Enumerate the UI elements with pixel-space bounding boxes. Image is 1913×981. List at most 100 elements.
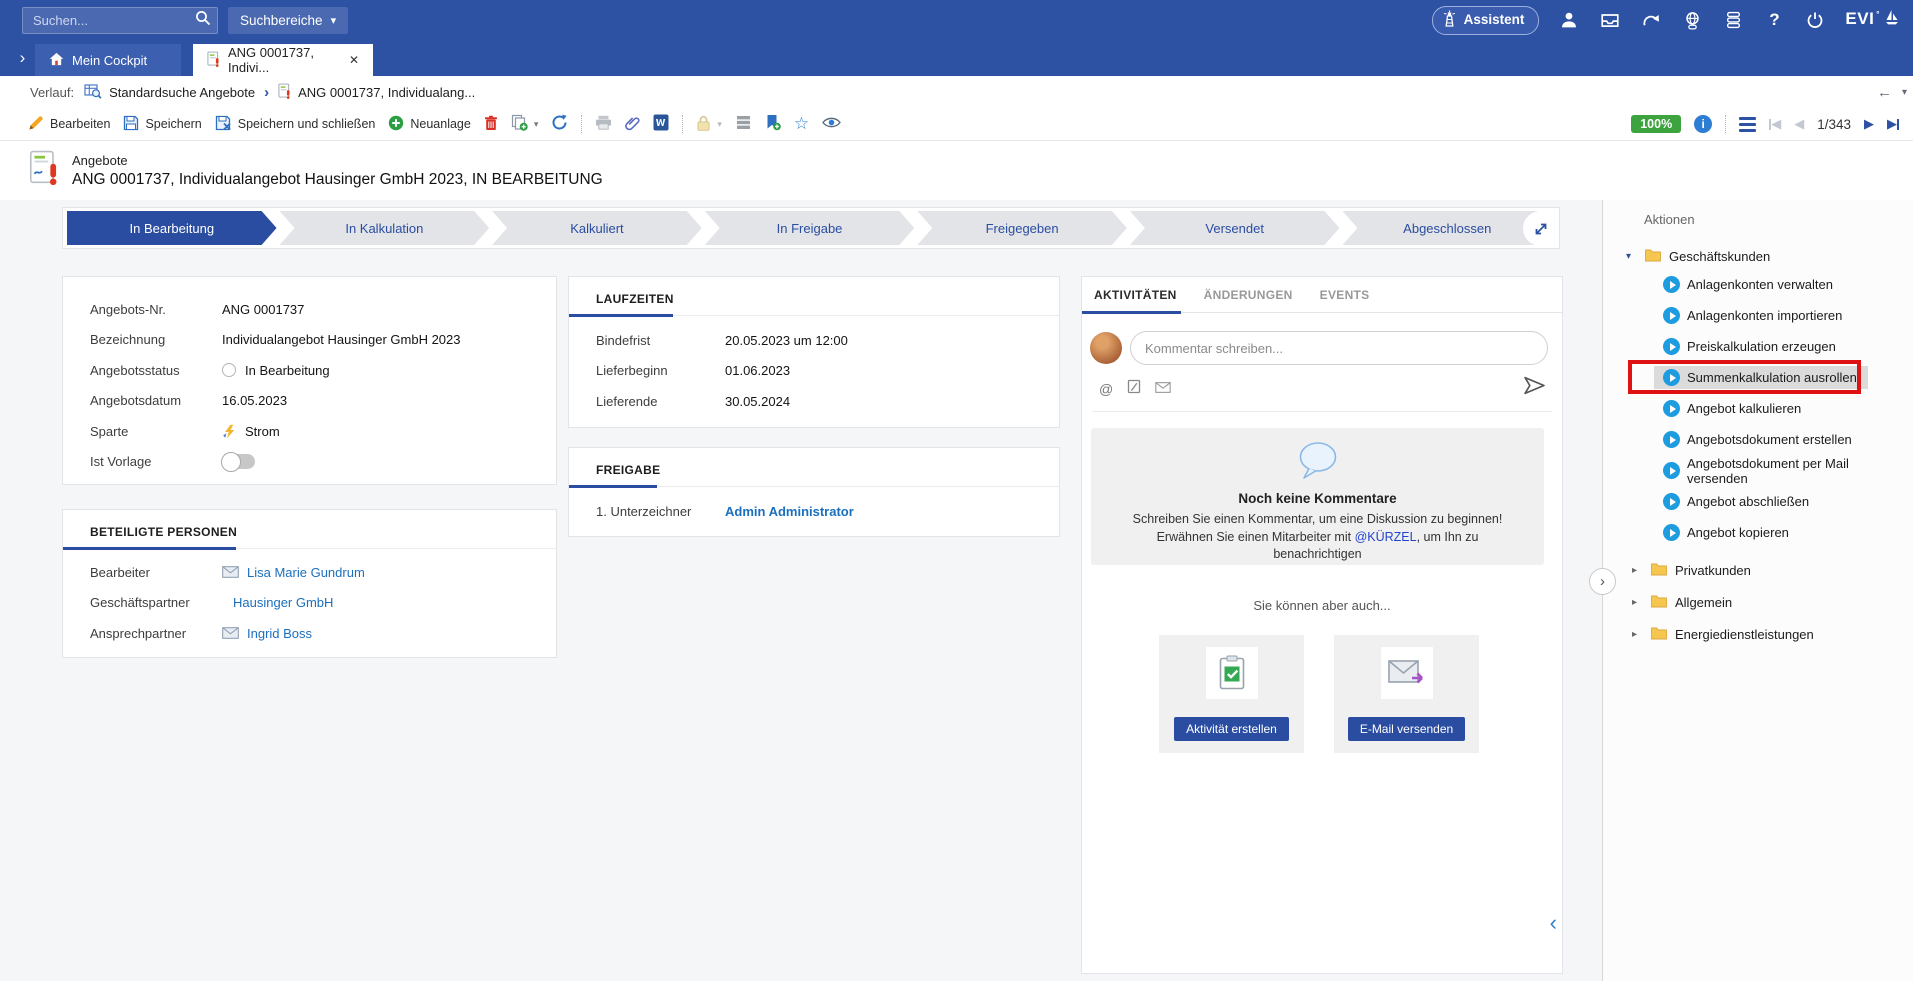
mention-icon[interactable]: @ — [1099, 381, 1113, 397]
save-close-icon — [215, 115, 232, 134]
lock-button[interactable]: ▾ — [696, 115, 722, 134]
database-icon[interactable] — [1722, 9, 1744, 31]
signer-link[interactable]: Admin Administrator — [725, 504, 854, 519]
search-scope-dropdown[interactable]: Suchbereiche ▾ — [228, 7, 348, 34]
template-toggle[interactable] — [222, 454, 255, 469]
contact-link[interactable]: Ingrid Boss — [247, 626, 312, 641]
history-back-icon[interactable]: ← — [1877, 84, 1892, 101]
help-icon[interactable]: ? — [1763, 9, 1785, 31]
expand-steps-button[interactable] — [1523, 211, 1558, 246]
copy-record-button[interactable]: ▾ — [511, 114, 539, 134]
history-dropdown-icon[interactable]: ▾ — [1902, 87, 1907, 98]
send-comment-icon[interactable] — [1523, 376, 1546, 400]
inbox-icon[interactable] — [1599, 9, 1621, 31]
globe-user-icon[interactable] — [1681, 9, 1703, 31]
action-angebot-abschliessen[interactable]: Angebot abschließen — [1663, 486, 1913, 517]
collapse-panel-icon[interactable]: ‹ — [1550, 910, 1557, 936]
tab-mein-cockpit[interactable]: Mein Cockpit — [35, 44, 181, 76]
send-email-button[interactable]: E-Mail versenden — [1348, 717, 1465, 741]
action-angebot-kalkulieren[interactable]: Angebot kalkulieren — [1663, 393, 1913, 424]
attachment-button[interactable] — [625, 115, 640, 134]
info-icon[interactable]: i — [1694, 115, 1712, 133]
caret-collapsed-icon[interactable]: ▸ — [1632, 629, 1643, 640]
layers-button[interactable] — [735, 115, 752, 133]
delete-button[interactable] — [484, 115, 498, 134]
breadcrumb-record-link[interactable]: ANG 0001737, Individualang... — [298, 85, 475, 100]
search-icon[interactable] — [195, 10, 211, 31]
bookmark-add-button[interactable] — [765, 114, 781, 134]
tab-record[interactable]: ANG 0001737, Indivi... ✕ — [193, 44, 373, 76]
action-anlagenkonten-importieren[interactable]: Anlagenkonten importieren — [1663, 300, 1913, 331]
send-email-tile[interactable]: E-Mail versenden — [1334, 635, 1479, 753]
save-close-button[interactable]: Speichern und schließen — [215, 115, 376, 134]
create-button[interactable]: Neuanlage — [388, 115, 470, 134]
tab-events[interactable]: EVENTS — [1320, 288, 1370, 302]
word-document-button[interactable] — [653, 114, 669, 134]
folder-energiedienstleistungen[interactable]: ▸ Energiedienstleistungen — [1623, 618, 1913, 650]
edit-button[interactable]: Bearbeiten — [28, 115, 110, 134]
folder-privatkunden[interactable]: ▸ Privatkunden — [1623, 554, 1913, 586]
step-in-freigabe[interactable]: In Freigabe — [705, 211, 915, 245]
person-link[interactable]: Lisa Marie Gundrum — [247, 565, 365, 580]
sidebar-collapse-button[interactable]: › — [1589, 568, 1616, 595]
action-angebot-kopieren[interactable]: Angebot kopieren — [1663, 517, 1913, 548]
step-in-bearbeitung[interactable]: In Bearbeitung — [67, 211, 277, 245]
tab-scroll-chevron-icon[interactable]: › — [10, 40, 35, 76]
create-activity-tile[interactable]: Aktivität erstellen — [1159, 635, 1304, 753]
play-icon — [1663, 276, 1680, 293]
redo-icon[interactable] — [1640, 9, 1662, 31]
previous-page-button[interactable]: ◀ — [1794, 116, 1804, 132]
caret-expanded-icon[interactable]: ▾ — [1626, 251, 1637, 262]
print-button[interactable] — [595, 115, 612, 133]
step-versendet[interactable]: Versendet — [1130, 211, 1340, 245]
folder-allgemein[interactable]: ▸ Allgemein — [1623, 586, 1913, 618]
global-search[interactable] — [22, 7, 218, 34]
breadcrumb-search-link[interactable]: Standardsuche Angebote — [109, 85, 255, 100]
step-kalkuliert[interactable]: Kalkuliert — [492, 211, 702, 245]
step-abgeschlossen[interactable]: Abgeschlossen — [1342, 211, 1552, 245]
menu-icon[interactable] — [1739, 117, 1756, 132]
field-row: Sparte Strom — [63, 416, 556, 447]
task-icon[interactable] — [1127, 379, 1141, 399]
step-in-kalkulation[interactable]: In Kalkulation — [280, 211, 490, 245]
play-icon — [1663, 431, 1680, 448]
favorite-button[interactable]: ☆ — [794, 114, 809, 134]
caret-down-icon[interactable]: ▾ — [717, 119, 722, 130]
last-page-button[interactable]: ▶ — [1887, 116, 1899, 132]
action-angebotsdokument-erstellen[interactable]: Angebotsdokument erstellen — [1663, 424, 1913, 455]
partner-link[interactable]: Hausinger GmbH — [222, 595, 333, 610]
action-angebotsdokument-per-mail-versenden[interactable]: Angebotsdokument per Mail versenden — [1663, 455, 1913, 486]
user-icon[interactable] — [1558, 9, 1580, 31]
action-preiskalkulation-erzeugen[interactable]: Preiskalkulation erzeugen — [1663, 331, 1913, 362]
star-icon: ☆ — [794, 114, 809, 134]
step-freigegeben[interactable]: Freigegeben — [917, 211, 1127, 245]
caret-collapsed-icon[interactable]: ▸ — [1632, 565, 1643, 576]
close-icon[interactable]: ✕ — [349, 53, 359, 67]
highlighted-action[interactable]: Summenkalkulation ausrollen — [1654, 366, 1868, 389]
comment-input[interactable] — [1130, 331, 1548, 365]
folder-geschaeftskunden[interactable]: ▾ Geschäftskunden — [1623, 243, 1913, 269]
status-steps: In Bearbeitung In Kalkulation Kalkuliert… — [67, 211, 1555, 245]
watch-button[interactable] — [822, 116, 841, 132]
save-close-label: Speichern und schließen — [238, 117, 376, 131]
tab-aenderungen[interactable]: ÄNDERUNGEN — [1204, 288, 1293, 302]
field-value: ANG 0001737 — [222, 302, 304, 317]
folder-icon — [1650, 626, 1668, 643]
assistant-button[interactable]: Assistent — [1432, 6, 1540, 35]
first-page-button[interactable]: ◀ — [1769, 116, 1781, 132]
action-summenkalkulation-ausrollen[interactable]: Summenkalkulation ausrollen — [1663, 362, 1913, 393]
save-button[interactable]: Speichern — [123, 115, 201, 134]
pencil-icon — [28, 115, 44, 134]
search-input[interactable] — [33, 13, 195, 28]
action-anlagenkonten-verwalten[interactable]: Anlagenkonten verwalten — [1663, 269, 1913, 300]
caret-collapsed-icon[interactable]: ▸ — [1632, 597, 1643, 608]
mail-icon[interactable] — [1155, 380, 1171, 398]
refresh-button[interactable] — [551, 114, 568, 134]
edit-label: Bearbeiten — [50, 117, 110, 131]
caret-down-icon[interactable]: ▾ — [534, 119, 539, 130]
tab-aktivitaeten[interactable]: AKTIVITÄTEN — [1094, 288, 1177, 302]
power-icon[interactable] — [1804, 9, 1826, 31]
create-activity-button[interactable]: Aktivität erstellen — [1174, 717, 1289, 741]
mention-link[interactable]: @KÜRZEL — [1355, 530, 1417, 544]
next-page-button[interactable]: ▶ — [1864, 116, 1874, 132]
